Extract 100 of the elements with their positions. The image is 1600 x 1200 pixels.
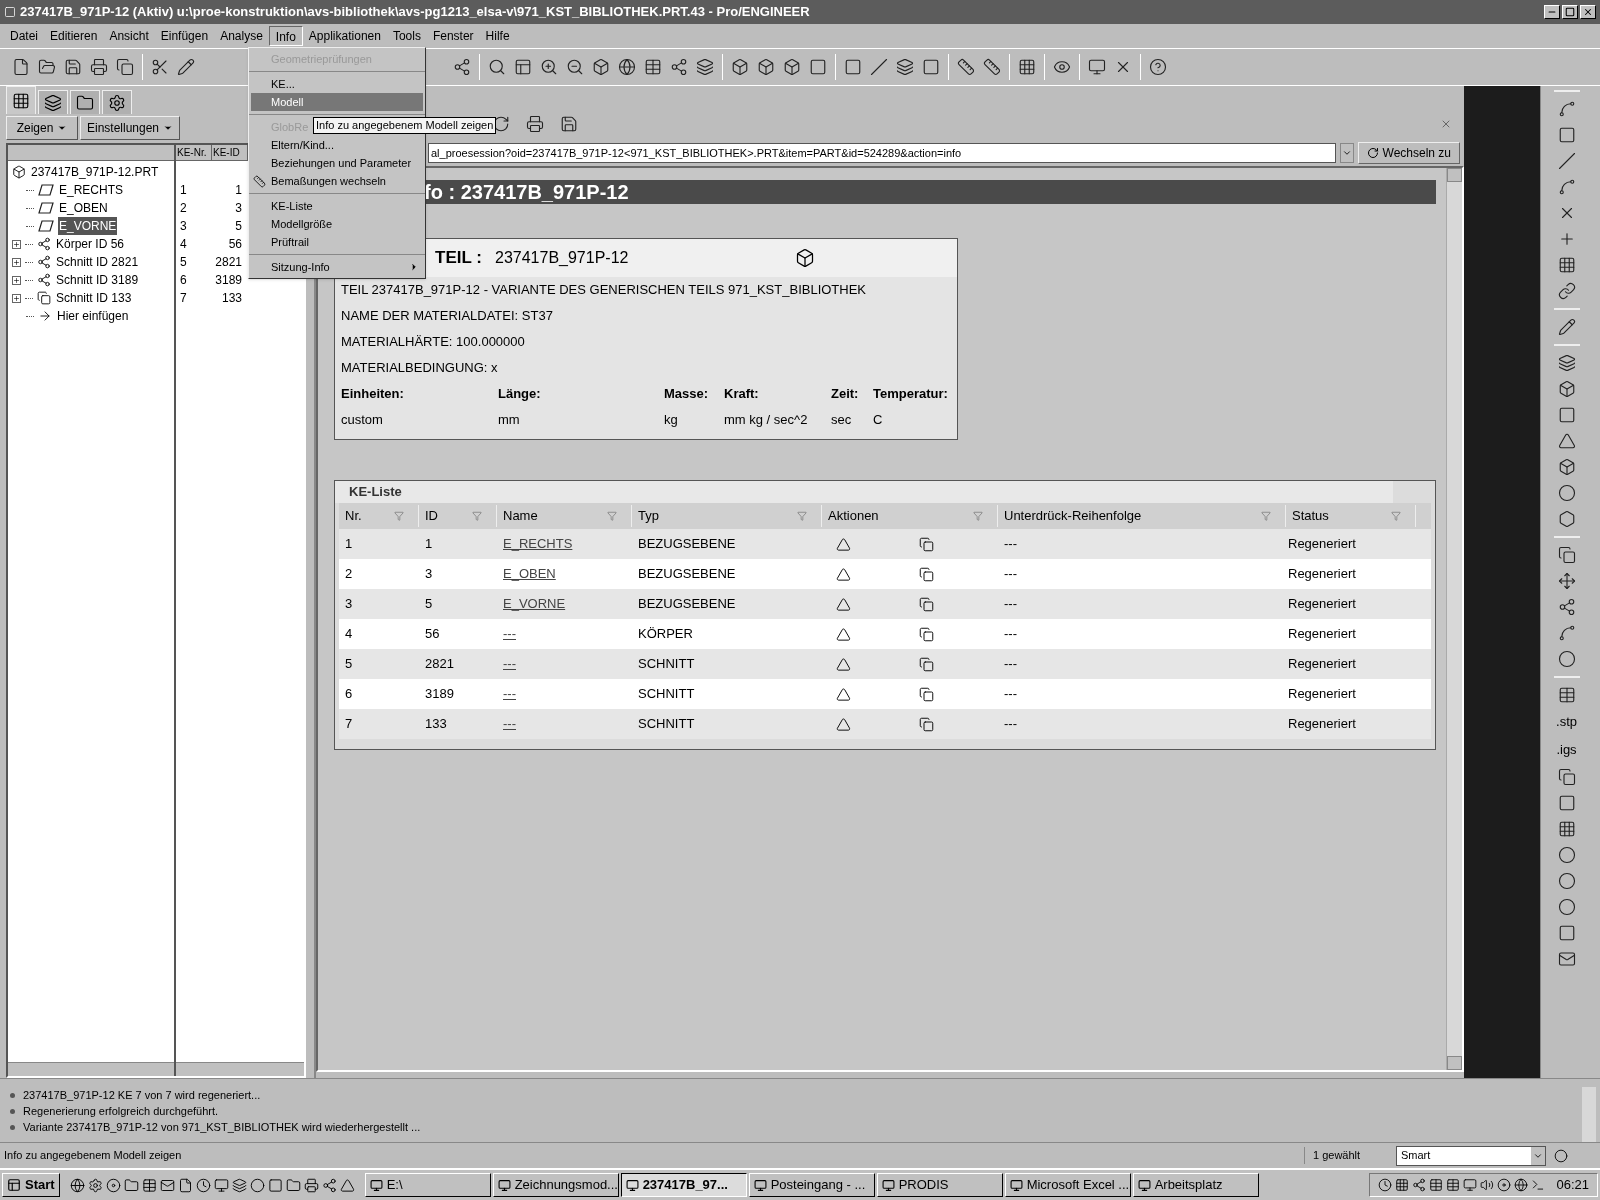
menu-bar-item[interactable]: Ansicht (103, 26, 155, 46)
taskbar-button[interactable]: PRODIS (876, 1173, 1003, 1197)
close-icon[interactable] (1580, 5, 1596, 19)
feature-link[interactable]: --- (503, 656, 516, 672)
panel-tab[interactable] (70, 90, 100, 114)
tree-item[interactable]: Hier einfügen (56, 307, 130, 325)
column-header[interactable]: Aktionen (828, 506, 879, 526)
tree-item[interactable]: Schnitt ID 3189 (55, 271, 140, 289)
triangle-icon[interactable] (836, 566, 851, 582)
menu-item[interactable]: Sitzung-Info (251, 258, 423, 276)
table-cell-text: 133 (424, 715, 448, 734)
go-button[interactable]: Wechseln zu (1357, 142, 1460, 164)
table-cell-text: 3 (179, 218, 188, 235)
column-header[interactable]: KE-Nr. (176, 145, 212, 160)
menu-bar-item[interactable]: Info (268, 26, 303, 46)
expand-icon[interactable] (12, 275, 21, 285)
taskbar-button[interactable]: 237417B_97... (620, 1173, 747, 1197)
menu-bar-item[interactable]: Fenster (426, 26, 480, 46)
copy-icon[interactable] (919, 536, 934, 552)
table-cell-text: KÖRPER (637, 625, 694, 644)
taskbar-button[interactable]: Posteingang - ... (748, 1173, 875, 1197)
menu-bar-item[interactable]: Applikationen (302, 26, 387, 46)
info-line: MATERIALBEDINGUNG: x (340, 359, 499, 377)
table-cell-text: BEZUGSEBENE (637, 565, 737, 584)
menu-bar-item[interactable]: Tools (386, 26, 427, 46)
copy-icon[interactable] (919, 716, 934, 732)
panel-tab[interactable] (38, 90, 68, 114)
scrollbar[interactable] (8, 1062, 174, 1076)
menu-bar-item[interactable]: Hilfe (479, 26, 516, 46)
scrollbar[interactable] (1582, 1087, 1596, 1142)
menu-item[interactable]: Modellgröße (251, 215, 423, 233)
table-cell-text: BEZUGSEBENE (637, 535, 737, 554)
column-header[interactable]: ID (425, 506, 438, 526)
expand-icon[interactable] (12, 239, 21, 249)
triangle-icon[interactable] (836, 536, 851, 552)
start-button[interactable]: Start (2, 1173, 60, 1197)
expand-icon[interactable] (12, 257, 21, 267)
tree-item[interactable]: E_VORNE (58, 217, 118, 235)
tree-item[interactable]: E_RECHTS (58, 181, 124, 199)
menu-item[interactable]: Bemaßungen wechseln (251, 172, 423, 190)
monitor-icon (497, 1178, 511, 1192)
copy-icon[interactable] (919, 656, 934, 672)
triangle-icon[interactable] (836, 656, 851, 672)
copy-icon[interactable] (919, 686, 934, 702)
menu-item[interactable]: Prüftrail (251, 233, 423, 251)
tree-item[interactable]: Schnitt ID 133 (55, 289, 133, 307)
copy-icon[interactable] (919, 596, 934, 612)
column-header[interactable]: Name (503, 506, 538, 526)
column-header[interactable]: Nr. (345, 506, 362, 526)
taskbar-button[interactable]: Arbeitsplatz (1132, 1173, 1259, 1197)
export-button[interactable]: .igs (1556, 736, 1577, 764)
expand-icon[interactable] (12, 293, 21, 303)
feature-link[interactable]: E_VORNE (503, 596, 566, 612)
taskbar-button[interactable]: Zeichnungsmod... (492, 1173, 619, 1197)
copy-icon[interactable] (919, 626, 934, 642)
feature-link[interactable]: E_RECHTS (503, 536, 573, 552)
dropdown-button[interactable]: Einstellungen (80, 116, 180, 140)
copy-icon[interactable] (919, 566, 934, 582)
filter-select[interactable]: Smart (1396, 1145, 1546, 1166)
menu-bar-item[interactable]: Datei (4, 26, 44, 46)
column-header[interactable]: Typ (638, 506, 659, 526)
menu-item[interactable]: Modell (251, 93, 423, 111)
menu-item[interactable]: Beziehungen und Parameter (251, 154, 423, 172)
tree-item[interactable]: Schnitt ID 2821 (55, 253, 140, 271)
minimize-icon[interactable] (1544, 5, 1560, 19)
table-cell-text: 5 (234, 218, 243, 235)
feature-link[interactable]: E_OBEN (503, 566, 556, 582)
taskbar-button[interactable]: E:\ (364, 1173, 491, 1197)
message-text: Variante 237417B_971P-12 von 971_KST_BIBLIOTHEK wird wiederhergestellt ... (23, 1119, 421, 1135)
triangle-icon[interactable] (836, 596, 851, 612)
triangle-icon[interactable] (836, 626, 851, 642)
triangle-icon[interactable] (836, 716, 851, 732)
scrollbar[interactable] (176, 1062, 304, 1076)
menu-bar-item[interactable]: Einfügen (154, 26, 215, 46)
tree-item[interactable]: Körper ID 56 (55, 235, 126, 253)
dropdown-button[interactable]: Zeigen (6, 116, 78, 140)
menu-item[interactable]: KE... (251, 75, 423, 93)
menu-item[interactable]: Eltern/Kind... (251, 136, 423, 154)
menu-bar-item[interactable]: Analyse (214, 26, 269, 46)
tree-item[interactable]: E_OBEN (58, 199, 109, 217)
field-label: TEIL : (435, 247, 483, 270)
url-field[interactable]: al_proesession?oid=237417B_971P-12<971_KST_BIBLIOTHEK>.PRT&item=PART&id=524289&action=info (428, 143, 1336, 163)
feature-link[interactable]: --- (503, 716, 516, 732)
feature-link[interactable]: --- (503, 686, 516, 702)
scrollbar[interactable] (1446, 168, 1462, 1070)
export-button[interactable]: .stp (1556, 708, 1577, 736)
maximize-icon[interactable] (1562, 5, 1578, 19)
column-header[interactable]: Unterdrück-Reihenfolge (1004, 506, 1142, 526)
nodes-icon (37, 255, 51, 269)
panel-tab[interactable] (102, 90, 132, 114)
menu-bar-item[interactable]: Editieren (44, 26, 104, 46)
feature-link[interactable]: --- (503, 626, 516, 642)
panel-tab[interactable] (6, 86, 36, 114)
table-cell-text: 4 (344, 625, 354, 644)
folder-icon (76, 93, 94, 112)
tree-item[interactable]: 237417B_971P-12.PRT (30, 163, 160, 181)
menu-item[interactable]: KE-Liste (251, 197, 423, 215)
triangle-icon[interactable] (836, 686, 851, 702)
taskbar-button[interactable]: Microsoft Excel ... (1004, 1173, 1131, 1197)
column-header[interactable]: Status (1292, 506, 1329, 526)
